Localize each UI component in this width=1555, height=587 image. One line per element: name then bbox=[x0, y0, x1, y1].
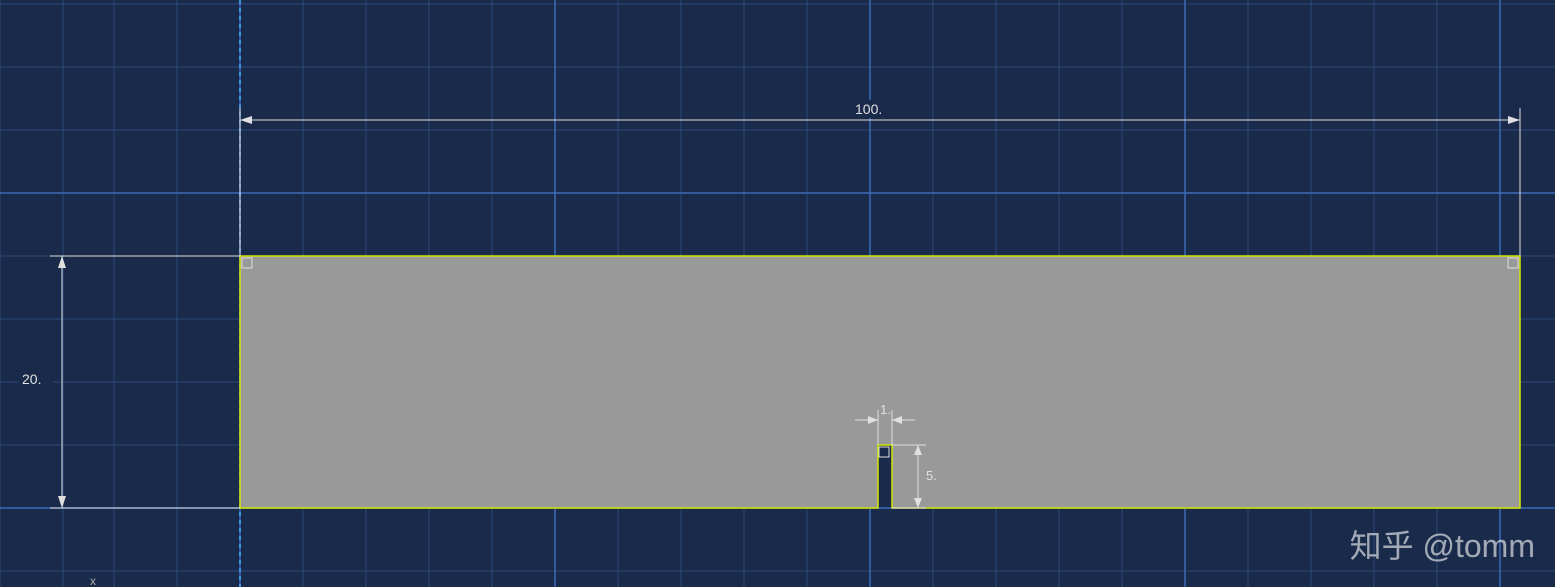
dimension-notch-height-label: 5. bbox=[926, 468, 937, 483]
dimension-width-label: 100. bbox=[855, 101, 882, 117]
dimension-width[interactable]: 100. bbox=[240, 100, 1520, 256]
dimension-height-label: 20. bbox=[22, 371, 41, 387]
sketch-profile[interactable] bbox=[240, 256, 1520, 508]
cad-canvas[interactable]: 100. 20. 1. 5. x bbox=[0, 0, 1555, 587]
dimension-notch-width-label: 1. bbox=[880, 402, 891, 417]
axis-marker: x bbox=[90, 574, 96, 587]
constraint-marker bbox=[879, 447, 889, 457]
